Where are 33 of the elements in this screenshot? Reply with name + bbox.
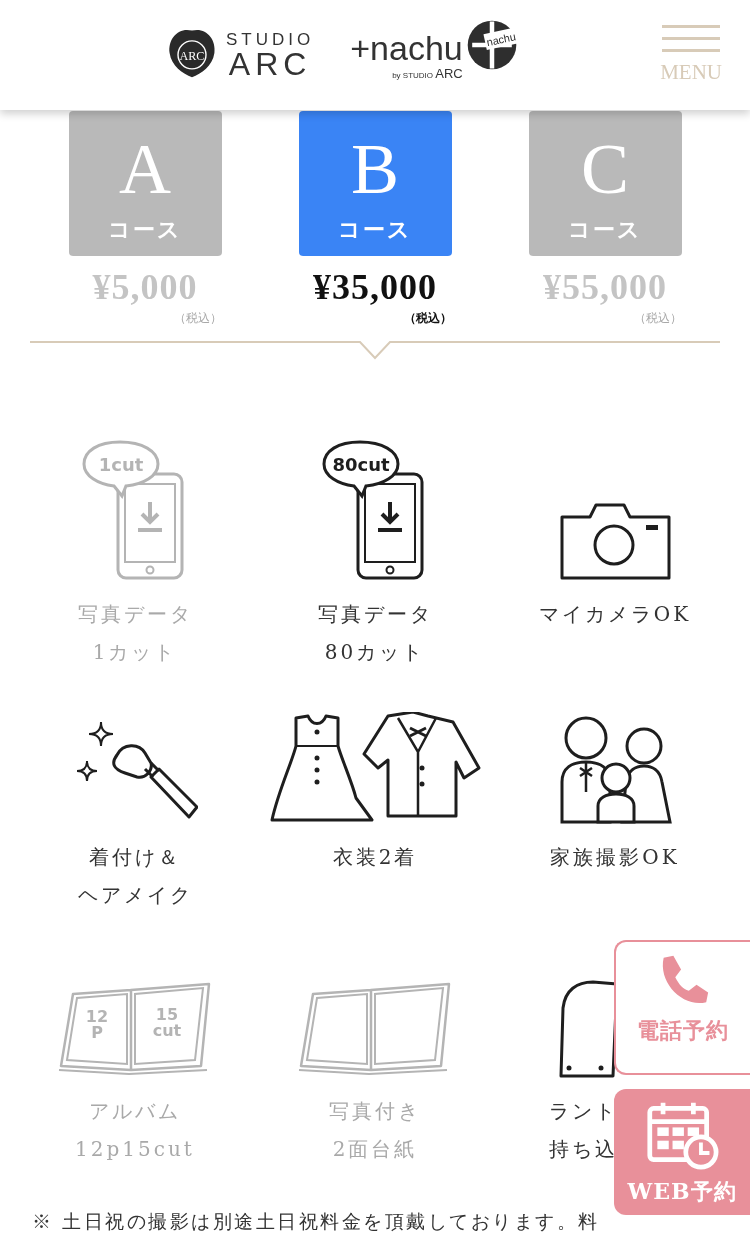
badge-text: 80cut xyxy=(332,454,390,475)
feature-label: アルバム 12p15cut xyxy=(75,1098,195,1163)
logo-text: ARC xyxy=(228,47,312,80)
logo-text: +nachu xyxy=(350,30,463,65)
badge-text: 15 cut xyxy=(152,1005,182,1040)
feature-label: 写真データ 1カット xyxy=(77,601,193,666)
open-book-icon xyxy=(297,980,453,1078)
feature-label: 着付け＆ ヘアメイク xyxy=(77,844,193,909)
price-text: ¥55,000 xyxy=(543,266,667,308)
menu-button[interactable]: MENU xyxy=(660,25,722,85)
course-tab[interactable]: A コース xyxy=(68,111,222,256)
feature-label: 写真付き 2面台紙 xyxy=(329,1098,421,1163)
feature-label: 写真データ 80カット xyxy=(317,601,433,666)
course-tab[interactable]: C コース xyxy=(528,111,682,256)
emblem-text: ARC xyxy=(179,48,205,63)
feature-label: マイカメラOK xyxy=(538,601,692,628)
badge-text: 1cut xyxy=(98,454,144,475)
price-text: ¥35,000 xyxy=(313,266,437,308)
note-text: ※ 土日祝の撮影は別途土日祝料金を頂戴しております。料 xyxy=(31,1209,600,1234)
course-tab[interactable]: B コース xyxy=(298,111,452,256)
web-reserve-button[interactable]: WEB予約 xyxy=(614,1089,750,1215)
badge-text: 12 P xyxy=(85,1007,109,1042)
logo-text: STUDIO xyxy=(226,30,315,48)
tax-note: （税込） xyxy=(633,310,682,327)
tax-note: （税込） xyxy=(403,310,452,327)
logo-byline: by STUDIO ARC xyxy=(392,66,463,80)
price-text: ¥5,000 xyxy=(92,266,198,308)
download-icon xyxy=(378,500,402,532)
seal-text: nachu xyxy=(485,30,517,49)
feature-label: 家族撮影OK xyxy=(550,844,680,871)
tax-note: （税込） xyxy=(173,310,222,327)
download-icon xyxy=(138,500,162,532)
feature-label: 衣装2着 xyxy=(332,844,418,871)
